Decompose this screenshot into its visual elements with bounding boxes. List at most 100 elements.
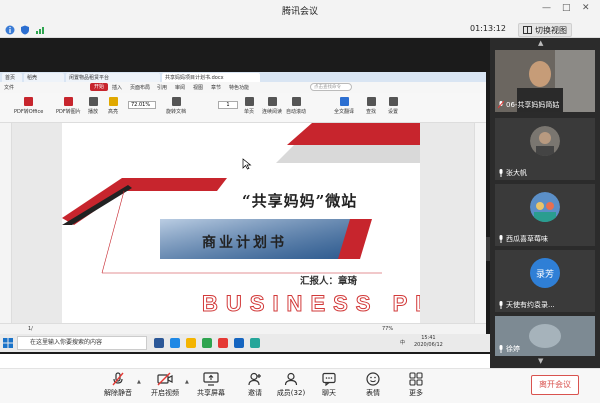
find-button[interactable]: 查找 (366, 97, 376, 115)
participant-tile[interactable]: 录芳 天使有约袁录... (495, 250, 595, 312)
avatar (530, 192, 560, 222)
shield-icon[interactable] (20, 25, 30, 35)
page-number-input[interactable]: 1 (218, 101, 238, 109)
menu-view[interactable]: 视图 (193, 84, 203, 91)
translate-button[interactable]: 全文翻译 (334, 97, 354, 115)
unmute-button[interactable]: 解除静音 (96, 372, 140, 398)
taskbar-search-input[interactable]: 在这里输入你要搜索的内容 (17, 336, 147, 350)
zoom-input[interactable]: 72.01% (128, 101, 156, 109)
mic-icon (499, 235, 503, 243)
slide-title: “共享妈妈”微站 (242, 192, 358, 210)
switch-view-label: 切换视图 (535, 25, 567, 35)
participant-tile[interactable]: 西瓜喜草莓味 (495, 184, 595, 246)
share-screen-icon (203, 372, 219, 386)
participant-tile[interactable]: 徐婷 (495, 316, 595, 356)
zoom-indicator: 77% (382, 326, 394, 332)
wps-menu-bar: 文件 开始 插入 页面布局 引用 审阅 视图 章节 特色功能 点击查找命令 (0, 82, 486, 93)
menu-references[interactable]: 引用 (157, 84, 167, 91)
participant-name: 张大帆 (498, 168, 527, 178)
right-sidebar[interactable] (474, 123, 486, 323)
slide-page: “共享妈妈”微站 商业计划书 汇报人：章琦 BUSINESS PLAN (62, 123, 420, 323)
gear-icon (388, 97, 398, 106)
settings-button[interactable]: 设置 (388, 97, 398, 115)
wps-tab-home[interactable]: 首页 (2, 73, 22, 82)
task-view-icon[interactable] (154, 338, 164, 348)
scroll-up-icon[interactable]: ▲ (538, 39, 543, 47)
pdf-to-image-button[interactable]: PDF转图片 (56, 97, 81, 115)
wps-tab-rental-platform[interactable]: 闲置物品租赁平台 (66, 73, 160, 82)
rotate-icon (171, 97, 181, 106)
grid-view-icon (523, 26, 532, 34)
file-explorer-icon[interactable] (186, 338, 196, 348)
menu-review[interactable]: 审阅 (175, 84, 185, 91)
input-method-indicator[interactable]: 中 (400, 339, 405, 346)
page-indicator: 1/ (28, 326, 33, 332)
mic-icon (499, 169, 503, 177)
pdf-to-office-button[interactable]: PDF转Office (14, 97, 43, 115)
menu-file[interactable]: 文件 (4, 84, 14, 91)
members-icon (284, 372, 298, 386)
signal-icon (36, 27, 44, 34)
left-sidebar[interactable] (0, 123, 12, 323)
image-icon (63, 97, 73, 106)
command-search-input[interactable]: 点击查找命令 (310, 83, 352, 91)
reactions-button[interactable]: 表情 (351, 372, 395, 398)
maximize-icon[interactable]: □ (562, 3, 571, 13)
windows-start-icon[interactable] (3, 338, 13, 348)
leave-meeting-button[interactable]: 离开会议 (531, 375, 579, 395)
meeting-timer: 01:13:12 (470, 24, 506, 33)
close-icon[interactable]: ✕ (582, 3, 590, 13)
avatar: 录芳 (530, 258, 560, 288)
switch-view-button[interactable]: 切换视图 (518, 23, 572, 37)
chat-button[interactable]: 聊天 (307, 372, 351, 398)
single-page-button[interactable]: 单页 (244, 97, 254, 115)
participant-tile[interactable]: 06-共享妈妈简姑 (495, 50, 595, 112)
slide-reporter: 汇报人：章琦 (300, 276, 358, 287)
meeting-status-bar: 01:13:12 切换视图 (0, 22, 600, 38)
auto-scroll-button[interactable]: 自动滚动 (286, 97, 306, 115)
audio-options-caret-icon[interactable]: ▲ (137, 379, 141, 385)
start-video-button[interactable]: 开启视频 (143, 372, 187, 398)
app-icon[interactable] (250, 338, 260, 348)
wechat-icon[interactable] (202, 338, 212, 348)
mic-icon (499, 301, 503, 309)
participant-name: 西瓜喜草莓味 (498, 234, 548, 244)
mouse-cursor-icon (242, 158, 252, 170)
highlight-button[interactable]: 高亮 (108, 97, 118, 115)
menu-sections[interactable]: 章节 (211, 84, 221, 91)
continuous-read-button[interactable]: 连续阅读 (262, 97, 282, 115)
info-icon[interactable] (5, 25, 15, 35)
wps-tab-business-plan[interactable]: 共享妈妈项目计划书.docx (162, 73, 260, 82)
meeting-window: 腾讯会议 — □ ✕ 01:13:12 切换视图 › 首页 稻壳 闲置物品租赁平… (0, 0, 600, 403)
meeting-app-icon[interactable] (234, 338, 244, 348)
more-icon (409, 372, 423, 386)
share-screen-button[interactable]: 共享屏幕 (189, 372, 233, 398)
play-icon (88, 97, 98, 106)
wps-tab-bar: 首页 稻壳 闲置物品租赁平台 共享妈妈项目计划书.docx (0, 72, 486, 82)
wps-icon[interactable] (218, 338, 228, 348)
menu-start[interactable]: 开始 (90, 83, 109, 91)
search-icon (366, 97, 376, 106)
participant-tile[interactable]: 张大帆 (495, 118, 595, 180)
add-user-icon (248, 372, 261, 386)
menu-insert[interactable]: 插入 (112, 84, 122, 91)
rotate-button[interactable]: 旋转文档 (166, 97, 186, 115)
wps-tab-docer[interactable]: 稻壳 (24, 73, 64, 82)
meeting-toolbar: 解除静音 ▲ 开启视频 ▲ 共享屏幕 邀请 成员(32) 聊天 表情 更多 离开… (0, 368, 600, 403)
taskbar-clock[interactable]: 15:41 2020/06/12 (414, 335, 443, 349)
scroll-down-icon[interactable]: ▼ (538, 357, 543, 365)
edge-browser-icon[interactable] (170, 338, 180, 348)
menu-special[interactable]: 特色功能 (229, 84, 249, 91)
title-bar: 腾讯会议 — □ ✕ (0, 0, 600, 22)
chat-icon (322, 372, 336, 386)
translate-icon (339, 97, 349, 106)
play-button[interactable]: 播放 (88, 97, 98, 115)
continuous-icon (267, 97, 277, 106)
more-button[interactable]: 更多 (394, 372, 438, 398)
minimize-icon[interactable]: — (542, 3, 551, 13)
highlight-icon (108, 97, 118, 106)
window-title: 腾讯会议 (281, 7, 318, 17)
participant-name: 天使有约袁录... (498, 300, 555, 310)
menu-page-layout[interactable]: 页面布局 (130, 84, 150, 91)
slide-subtitle: 商业计划书 (202, 235, 287, 251)
